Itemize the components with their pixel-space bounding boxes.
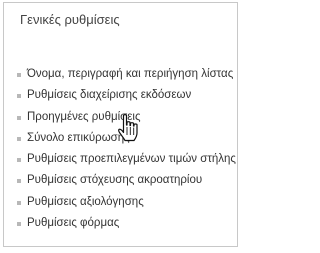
- link-name-description-navigation[interactable]: Όνομα, περιγραφή και περιήγηση λίστας: [27, 64, 233, 85]
- bullet-icon: [17, 115, 21, 120]
- link-column-default-value-settings[interactable]: Ρυθμίσεις προεπιλεγμένων τιμών στήλης: [27, 149, 236, 170]
- bullet-icon: [17, 200, 21, 205]
- section-title: Γενικές ρυθμίσεις: [20, 12, 120, 27]
- hand-pointer-icon: [118, 114, 138, 142]
- link-audience-targeting-settings[interactable]: Ρυθμίσεις στόχευσης ακροατηρίου: [27, 170, 202, 191]
- bullet-icon: [17, 136, 21, 141]
- bullet-icon: [17, 222, 21, 227]
- link-rating-settings[interactable]: Ρυθμίσεις αξιολόγησης: [27, 192, 144, 213]
- link-versioning-settings[interactable]: Ρυθμίσεις διαχείρισης εκδόσεων: [27, 85, 191, 106]
- bullet-icon: [17, 94, 21, 99]
- bullet-icon: [17, 73, 21, 77]
- bullet-icon: [17, 158, 21, 163]
- link-form-settings[interactable]: Ρυθμίσεις φόρμας: [27, 213, 119, 234]
- bullet-icon: [17, 179, 21, 184]
